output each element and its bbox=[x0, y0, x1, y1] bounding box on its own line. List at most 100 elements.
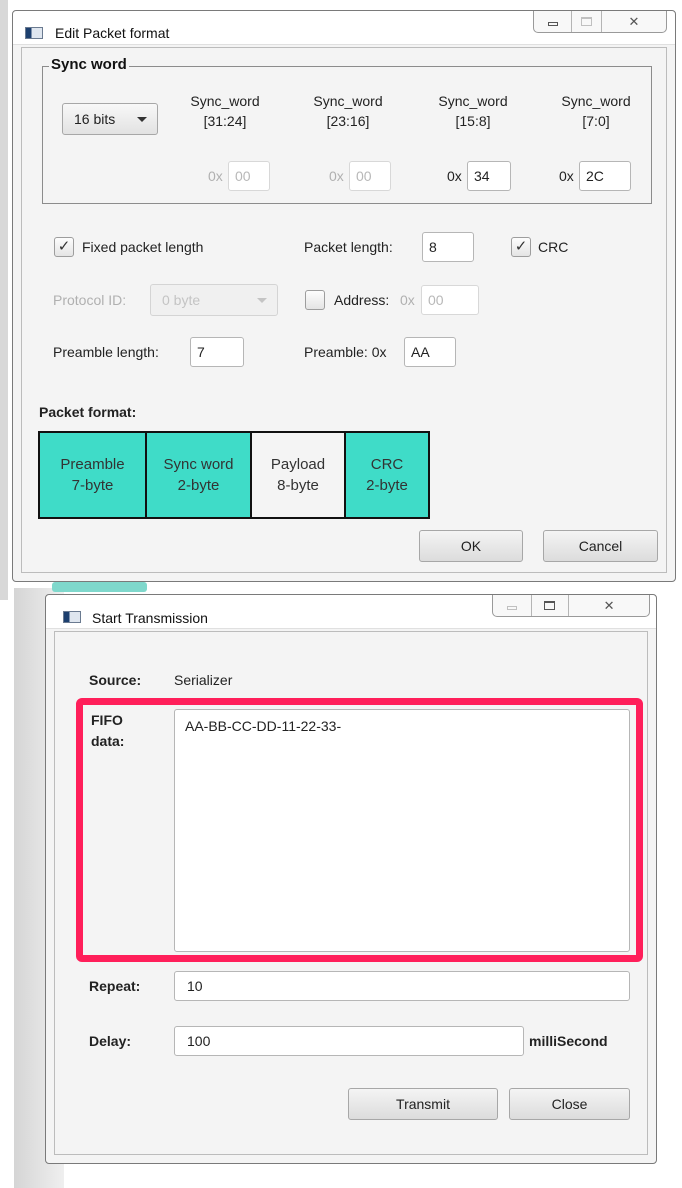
source-label: Source: bbox=[89, 672, 142, 688]
sync-word-header: Sync_word [23:16] bbox=[303, 91, 393, 131]
hex-prefix: 0x bbox=[559, 168, 574, 184]
maximize-button[interactable] bbox=[571, 11, 601, 32]
packet-format-heading: Packet format: bbox=[39, 404, 137, 420]
address-label: Address: bbox=[334, 292, 390, 308]
packet-format-diagram: Preamble 7-byte Sync word 2-byte Payload… bbox=[38, 431, 430, 519]
fifo-label-line: FIFO bbox=[91, 712, 123, 728]
maximize-icon bbox=[581, 17, 593, 26]
close-icon: ✕ bbox=[603, 597, 615, 613]
sync-header-name: Sync_word bbox=[561, 93, 631, 109]
repeat-input[interactable]: 10 bbox=[174, 971, 630, 1001]
sync-word-header: Sync_word [31:24] bbox=[180, 91, 270, 131]
address-checkbox[interactable] bbox=[305, 290, 325, 310]
sync-header-range: [31:24] bbox=[203, 113, 247, 129]
check-icon: ✓ bbox=[57, 238, 71, 255]
repeat-label: Repeat: bbox=[89, 978, 141, 994]
close-button[interactable]: Close bbox=[509, 1088, 630, 1120]
fixed-packet-length-label: Fixed packet length bbox=[82, 239, 204, 255]
sync-word-header: Sync_word [7:0] bbox=[551, 91, 641, 131]
minimize-button[interactable] bbox=[534, 11, 571, 32]
window-controls: ✕ bbox=[492, 595, 650, 617]
sync-header-name: Sync_word bbox=[190, 93, 260, 109]
cell-size: 2-byte bbox=[177, 477, 220, 494]
fifo-data-value: AA-BB-CC-DD-11-22-33- bbox=[185, 718, 342, 734]
sync-header-range: [23:16] bbox=[326, 113, 370, 129]
crc-label: CRC bbox=[538, 239, 569, 255]
fifo-data-textarea[interactable]: AA-BB-CC-DD-11-22-33- bbox=[174, 709, 630, 952]
sync-word-23-16-input[interactable]: 00 bbox=[349, 161, 391, 191]
maximize-icon bbox=[544, 601, 556, 610]
close-window-button[interactable]: ✕ bbox=[600, 11, 666, 32]
check-icon: ✓ bbox=[514, 238, 528, 255]
background-teal-fragment bbox=[52, 582, 147, 592]
packet-format-payload-cell: Payload 8-byte bbox=[250, 433, 344, 517]
minimize-icon bbox=[506, 605, 517, 610]
fifo-label-line: data: bbox=[91, 733, 125, 749]
cell-title: Preamble bbox=[60, 456, 125, 473]
minimize-icon bbox=[547, 21, 558, 26]
packet-format-preamble-cell: Preamble 7-byte bbox=[40, 433, 145, 517]
chevron-down-icon bbox=[137, 117, 147, 122]
address-input[interactable]: 00 bbox=[421, 285, 479, 315]
packet-length-label: Packet length: bbox=[304, 239, 393, 255]
packet-format-sync-word-cell: Sync word 2-byte bbox=[145, 433, 250, 517]
protocol-id-select[interactable]: 0 byte bbox=[150, 284, 278, 316]
sync-header-name: Sync_word bbox=[438, 93, 508, 109]
protocol-id-label: Protocol ID: bbox=[53, 292, 127, 308]
sync-header-range: [7:0] bbox=[582, 113, 610, 129]
window-controls: ✕ bbox=[533, 11, 667, 33]
sync-word-31-24-input[interactable]: 00 bbox=[228, 161, 270, 191]
protocol-id-value: 0 byte bbox=[162, 292, 201, 308]
hex-prefix: 0x bbox=[447, 168, 462, 184]
preamble-input[interactable]: AA bbox=[404, 337, 456, 367]
cell-title: Sync word bbox=[163, 456, 234, 473]
sync-word-group: Sync word 16 bits Sync_word [31:24] 0x 0… bbox=[42, 56, 652, 204]
sync-word-7-0-input[interactable]: 2C bbox=[579, 161, 631, 191]
sync-header-range: [15:8] bbox=[455, 113, 491, 129]
background-window-edge bbox=[0, 0, 8, 600]
preamble-label: Preamble: 0x bbox=[304, 344, 387, 360]
cell-size: 2-byte bbox=[366, 477, 408, 494]
sync-bits-value: 16 bits bbox=[74, 111, 116, 127]
close-window-button[interactable]: ✕ bbox=[568, 595, 649, 616]
cell-size: 8-byte bbox=[277, 477, 319, 494]
address-hex-prefix: 0x bbox=[400, 292, 415, 308]
hex-prefix: 0x bbox=[329, 168, 344, 184]
cell-title: Payload bbox=[270, 456, 326, 473]
packet-format-crc-cell: CRC 2-byte bbox=[344, 433, 428, 517]
window-app-icon bbox=[63, 611, 81, 623]
hex-prefix: 0x bbox=[208, 168, 223, 184]
sync-word-legend: Sync word bbox=[49, 56, 129, 73]
fifo-data-label: FIFO data: bbox=[91, 710, 124, 752]
edit-packet-body: Sync word 16 bits Sync_word [31:24] 0x 0… bbox=[21, 47, 667, 573]
window-app-icon bbox=[25, 27, 43, 39]
sync-bits-select[interactable]: 16 bits bbox=[62, 103, 158, 135]
transmit-button[interactable]: Transmit bbox=[348, 1088, 498, 1120]
ok-button[interactable]: OK bbox=[419, 530, 523, 562]
close-icon: ✕ bbox=[628, 13, 640, 29]
packet-length-input[interactable]: 8 bbox=[422, 232, 474, 262]
window-title: Start Transmission bbox=[92, 610, 208, 626]
minimize-button[interactable] bbox=[493, 595, 531, 616]
delay-input[interactable]: 100 bbox=[174, 1026, 524, 1056]
cancel-button[interactable]: Cancel bbox=[543, 530, 658, 562]
sync-header-name: Sync_word bbox=[313, 93, 383, 109]
maximize-button[interactable] bbox=[530, 595, 569, 616]
crc-checkbox[interactable]: ✓ bbox=[511, 237, 531, 257]
sync-word-15-8-input[interactable]: 34 bbox=[467, 161, 511, 191]
preamble-length-input[interactable]: 7 bbox=[190, 337, 244, 367]
title-bar: Edit Packet format ✕ bbox=[13, 11, 675, 45]
title-bar: Start Transmission ✕ bbox=[46, 595, 656, 629]
chevron-down-icon bbox=[257, 298, 267, 303]
delay-label: Delay: bbox=[89, 1033, 132, 1049]
sync-word-header: Sync_word [15:8] bbox=[428, 91, 518, 131]
cell-size: 7-byte bbox=[71, 477, 114, 494]
source-value: Serializer bbox=[174, 672, 233, 688]
start-transmission-window: Start Transmission ✕ Source: Serializer … bbox=[45, 594, 657, 1164]
cell-title: CRC bbox=[370, 456, 404, 473]
window-title: Edit Packet format bbox=[55, 25, 170, 41]
edit-packet-format-window: Edit Packet format ✕ Sync word 16 bits S… bbox=[12, 10, 676, 582]
preamble-length-label: Preamble length: bbox=[53, 344, 159, 360]
fixed-packet-length-checkbox[interactable]: ✓ bbox=[54, 237, 74, 257]
start-transmission-body: Source: Serializer FIFO data: AA-BB-CC-D… bbox=[54, 631, 648, 1155]
